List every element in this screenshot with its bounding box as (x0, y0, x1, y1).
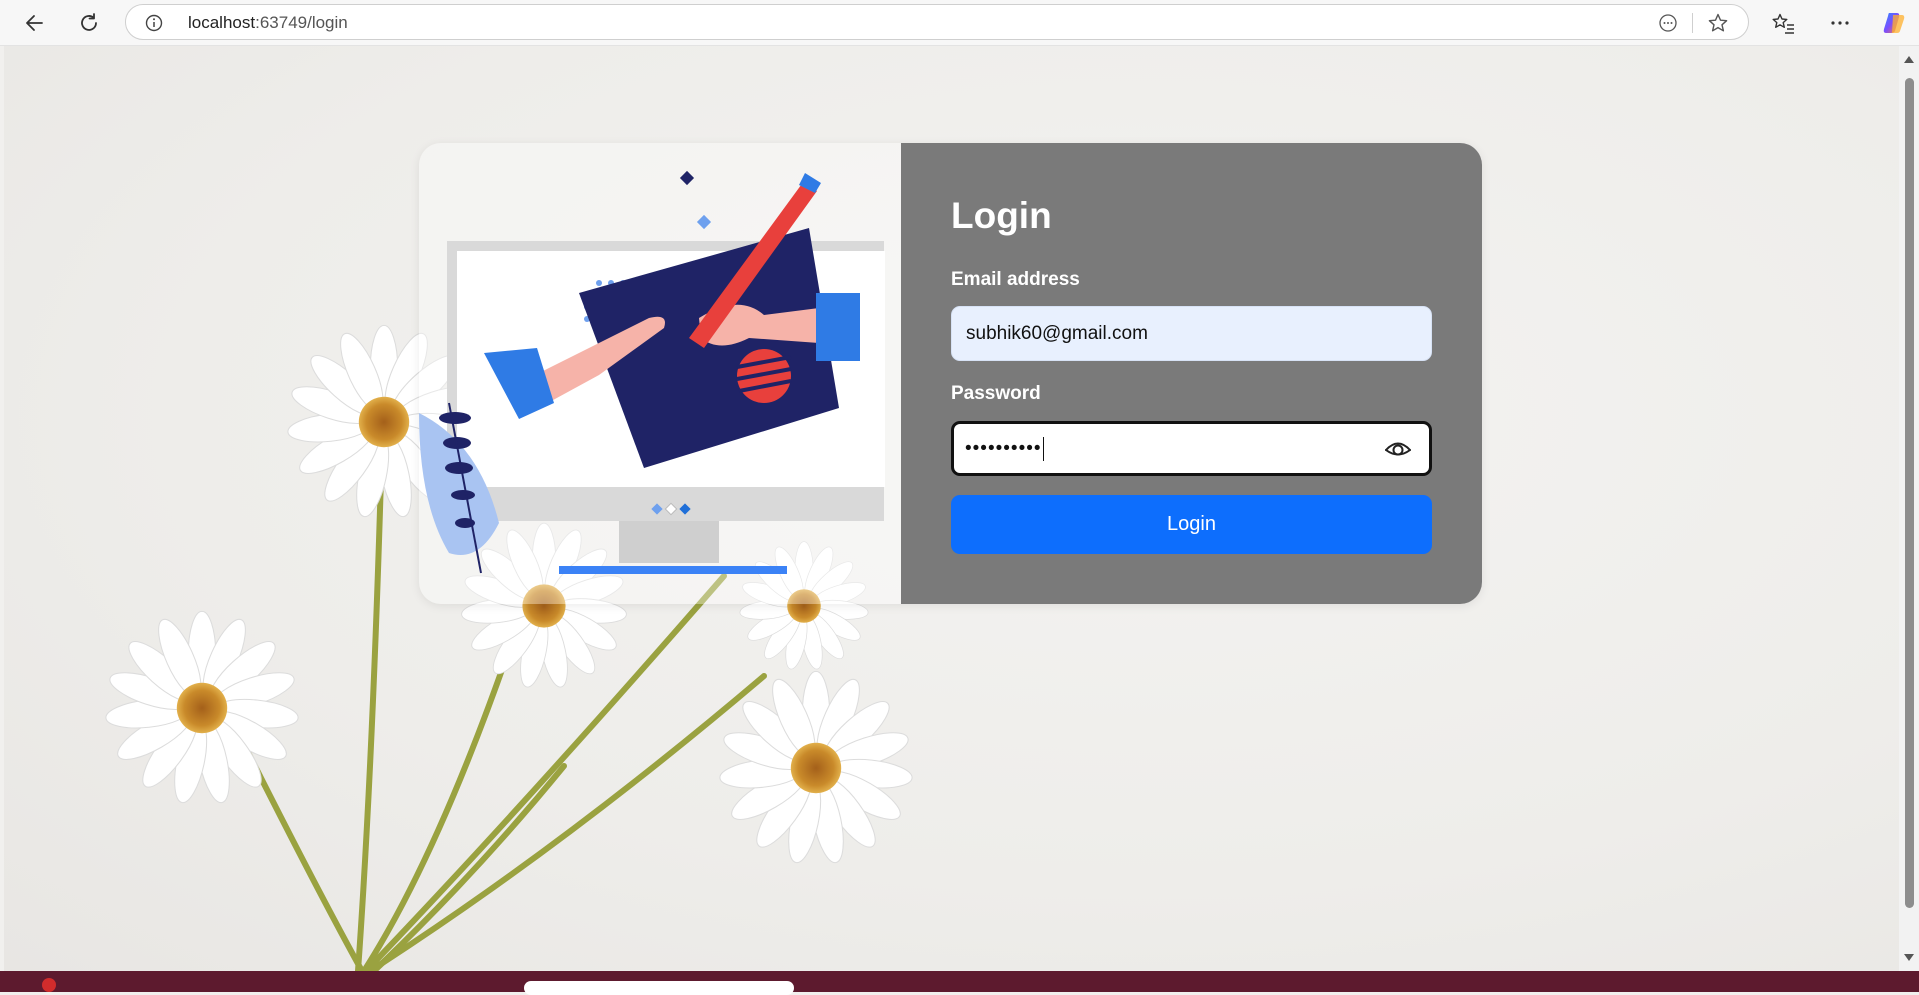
back-arrow-icon (26, 15, 43, 31)
more-dots-icon (1831, 21, 1849, 25)
browser-toolbar: localhost:63749/login (0, 0, 1919, 46)
favorite-star-icon[interactable] (1707, 12, 1729, 34)
show-password-eye-icon[interactable] (1384, 438, 1412, 460)
scroll-up-arrow-icon[interactable] (1903, 54, 1915, 66)
page-viewport: Login Email address subhik60@gmail.com P… (4, 46, 1899, 971)
text-caret (1042, 436, 1044, 461)
refresh-button[interactable] (72, 6, 106, 40)
password-field[interactable]: •••••••••• (951, 421, 1432, 476)
favorites-button[interactable] (1767, 6, 1801, 40)
page-scrollbar[interactable] (1899, 46, 1919, 971)
notification-badge (42, 978, 56, 992)
login-button[interactable]: Login (951, 495, 1432, 554)
url-text[interactable]: localhost:63749/login (188, 13, 348, 33)
site-info-icon[interactable] (145, 14, 163, 32)
email-field[interactable]: subhik60@gmail.com (951, 306, 1432, 361)
settings-more-button[interactable] (1823, 6, 1857, 40)
os-taskbar (0, 971, 1919, 995)
refresh-icon (81, 13, 97, 31)
back-button[interactable] (18, 6, 52, 40)
design-illustration-image (419, 170, 885, 574)
address-bar[interactable]: localhost:63749/login (125, 4, 1749, 40)
address-bar-divider (1692, 13, 1693, 33)
login-form: Login Email address subhik60@gmail.com P… (901, 143, 1482, 604)
login-title: Login (951, 195, 1052, 236)
email-value: subhik60@gmail.com (966, 322, 1148, 344)
login-card: Login Email address subhik60@gmail.com P… (419, 143, 1482, 604)
taskbar-search-box[interactable] (524, 981, 794, 995)
scroll-down-arrow-icon[interactable] (1903, 951, 1915, 963)
email-label: Email address (951, 269, 1080, 290)
page-actions-icon[interactable] (1658, 13, 1678, 33)
copilot-button[interactable] (1877, 6, 1911, 40)
url-path: :63749/login (255, 13, 348, 32)
url-host: localhost (188, 13, 256, 32)
favorites-list-icon (1772, 13, 1794, 34)
copilot-icon (1883, 13, 1905, 33)
password-value: •••••••••• (965, 437, 1042, 459)
login-illustration (419, 143, 901, 604)
scrollbar-thumb[interactable] (1905, 78, 1914, 908)
password-label: Password (951, 383, 1041, 404)
